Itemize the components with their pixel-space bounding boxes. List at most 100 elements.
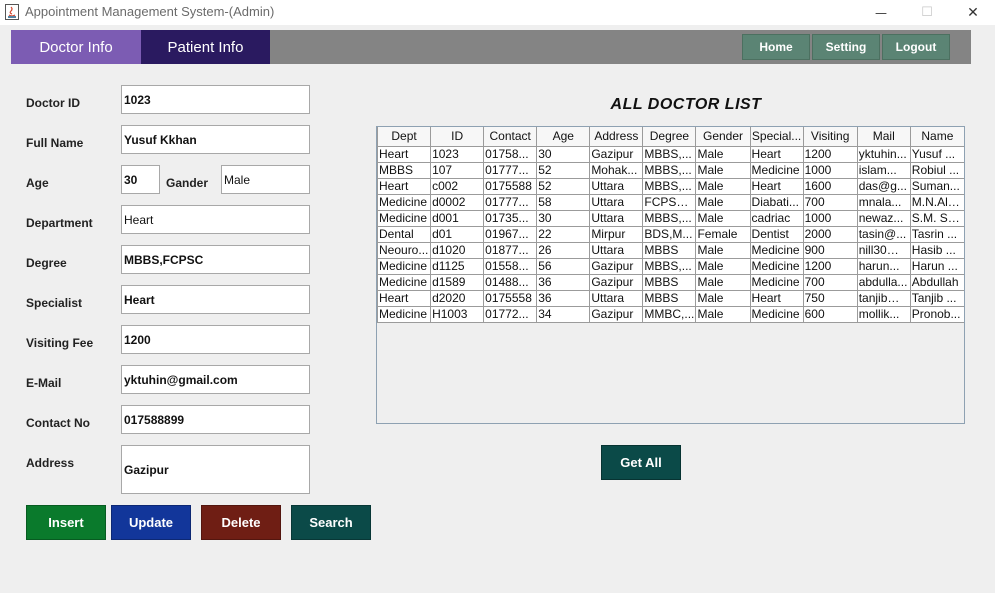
table-cell[interactable]: d1125 (430, 257, 485, 275)
table-cell[interactable]: 1000 (802, 161, 858, 179)
table-cell[interactable]: 01777... (483, 161, 538, 179)
table-cell[interactable]: MBBS,... (642, 177, 697, 195)
doctor-id-field[interactable]: 1023 (121, 85, 310, 114)
table-row[interactable]: Medicine d0002 01777... 58 Uttara FCPSC... Mal… (377, 193, 964, 211)
insert-button[interactable]: Insert (26, 505, 106, 540)
table-cell[interactable]: MMBC,... (642, 305, 697, 323)
table-cell[interactable]: tasin@... (856, 225, 911, 243)
table-cell[interactable]: 52 (536, 177, 591, 195)
table-cell[interactable]: Robiul ... (909, 161, 964, 179)
table-cell[interactable]: Heart (377, 145, 432, 163)
table-row[interactable]: Medicine d001 01735... 30 Uttara MBBS,... Male… (377, 209, 964, 227)
table-cell[interactable]: Heart (377, 289, 432, 307)
table-cell[interactable]: 26 (536, 241, 591, 259)
table-row[interactable]: MBBS 107 01777... 52 Mohak... MBBS,... Male Med… (377, 161, 964, 179)
close-button[interactable]: ✕ (950, 0, 995, 25)
table-cell[interactable]: 1200 (802, 257, 858, 275)
table-cell[interactable]: Medicine (749, 241, 804, 259)
table-cell[interactable]: 750 (802, 289, 858, 307)
table-cell[interactable]: MBBS,... (642, 209, 697, 227)
department-field[interactable]: Heart (121, 205, 310, 234)
age-field[interactable]: 30 (121, 165, 160, 194)
table-cell[interactable]: Gazipur (589, 305, 644, 323)
table-cell[interactable]: Hasib ... (909, 241, 964, 259)
minimize-button[interactable]: — (858, 0, 904, 25)
table-cell[interactable]: Medicine (749, 257, 804, 275)
table-cell[interactable]: Female (695, 225, 751, 243)
column-header[interactable]: ID (430, 127, 485, 147)
table-cell[interactable]: 22 (536, 225, 591, 243)
specialist-field[interactable]: Heart (121, 285, 310, 314)
column-header[interactable]: Age (536, 127, 591, 147)
table-cell[interactable]: newaz... (856, 209, 911, 227)
table-cell[interactable]: Male (695, 209, 751, 227)
table-cell[interactable]: abdulla... (856, 273, 911, 291)
doctor-table[interactable]: Dept ID Contact Age Address Degree Gender Speci… (376, 126, 965, 424)
column-header[interactable]: Degree (642, 127, 697, 147)
table-cell[interactable]: Medicine (377, 209, 432, 227)
logout-button[interactable]: Logout (882, 34, 950, 60)
table-cell[interactable]: Male (695, 273, 751, 291)
table-cell[interactable]: 01877... (483, 241, 538, 259)
table-cell[interactable]: Heart (749, 145, 804, 163)
table-cell[interactable]: 01735... (483, 209, 538, 227)
table-cell[interactable]: yktuhin... (856, 145, 911, 163)
table-cell[interactable]: 01558... (483, 257, 538, 275)
table-cell[interactable]: Uttara (589, 209, 644, 227)
table-cell[interactable]: Suman... (909, 177, 964, 195)
table-row[interactable]: Heart 1023 01758... 30 Gazipur MBBS,... Male He… (377, 145, 964, 163)
table-cell[interactable]: 107 (430, 161, 485, 179)
update-button[interactable]: Update (111, 505, 191, 540)
table-cell[interactable]: 52 (536, 161, 591, 179)
table-cell[interactable]: FCPSC... (642, 193, 697, 211)
table-cell[interactable]: 01488... (483, 273, 538, 291)
table-cell[interactable]: 1200 (802, 145, 858, 163)
table-cell[interactable]: 1600 (802, 177, 858, 195)
table-cell[interactable]: 700 (802, 273, 858, 291)
column-header[interactable]: Dept (377, 127, 432, 147)
table-cell[interactable]: Gazipur (589, 273, 644, 291)
table-cell[interactable]: Male (695, 161, 751, 179)
table-cell[interactable]: Mohak... (589, 161, 644, 179)
table-cell[interactable]: mnala... (856, 193, 911, 211)
get-all-button[interactable]: Get All (601, 445, 681, 480)
column-header[interactable]: Visiting (802, 127, 858, 147)
table-row[interactable]: Medicine d1589 01488... 36 Gazipur MBBS Male Me… (377, 273, 964, 291)
table-cell[interactable]: S.M. Sh... (909, 209, 964, 227)
table-cell[interactable]: H1003 (430, 305, 485, 323)
table-cell[interactable]: MBBS (642, 273, 697, 291)
table-row[interactable]: Heart c002 0175588 52 Uttara MBBS,... Male Hear… (377, 177, 964, 195)
table-row[interactable]: Medicine d1125 01558... 56 Gazipur MBBS,... Ma… (377, 257, 964, 275)
table-cell[interactable]: Uttara (589, 177, 644, 195)
table-cell[interactable]: 36 (536, 289, 591, 307)
table-cell[interactable]: Neouro... (377, 241, 432, 259)
column-header[interactable]: Name (909, 127, 964, 147)
table-cell[interactable]: MBBS,... (642, 161, 697, 179)
table-cell[interactable]: MBBS (642, 241, 697, 259)
table-cell[interactable]: 01772... (483, 305, 538, 323)
table-cell[interactable]: Uttara (589, 241, 644, 259)
table-cell[interactable]: MBBS (377, 161, 432, 179)
table-cell[interactable]: Heart (377, 177, 432, 195)
table-row[interactable]: Dental d01 01967... 22 Mirpur BDS,M... Female D… (377, 225, 964, 243)
table-cell[interactable]: Pronob... (909, 305, 964, 323)
table-cell[interactable]: 01967... (483, 225, 538, 243)
email-field[interactable]: yktuhin@gmail.com (121, 365, 310, 394)
table-cell[interactable]: 0175588 (483, 177, 538, 195)
column-header[interactable]: Special... (749, 127, 804, 147)
table-cell[interactable]: Male (695, 145, 751, 163)
table-cell[interactable]: 30 (536, 145, 591, 163)
gender-field[interactable]: Male (221, 165, 310, 194)
table-cell[interactable]: 2000 (802, 225, 858, 243)
address-field[interactable]: Gazipur (121, 445, 310, 494)
table-cell[interactable]: Abdullah (909, 273, 964, 291)
table-row[interactable]: Medicine H1003 01772... 34 Gazipur MMBC,... Ma… (377, 305, 964, 323)
table-cell[interactable]: d01 (430, 225, 485, 243)
table-cell[interactable]: 01777... (483, 193, 538, 211)
column-header[interactable]: Mail (856, 127, 911, 147)
setting-button[interactable]: Setting (812, 34, 880, 60)
table-cell[interactable]: 34 (536, 305, 591, 323)
table-cell[interactable]: d1589 (430, 273, 485, 291)
table-cell[interactable]: 56 (536, 257, 591, 275)
table-cell[interactable]: c002 (430, 177, 485, 195)
